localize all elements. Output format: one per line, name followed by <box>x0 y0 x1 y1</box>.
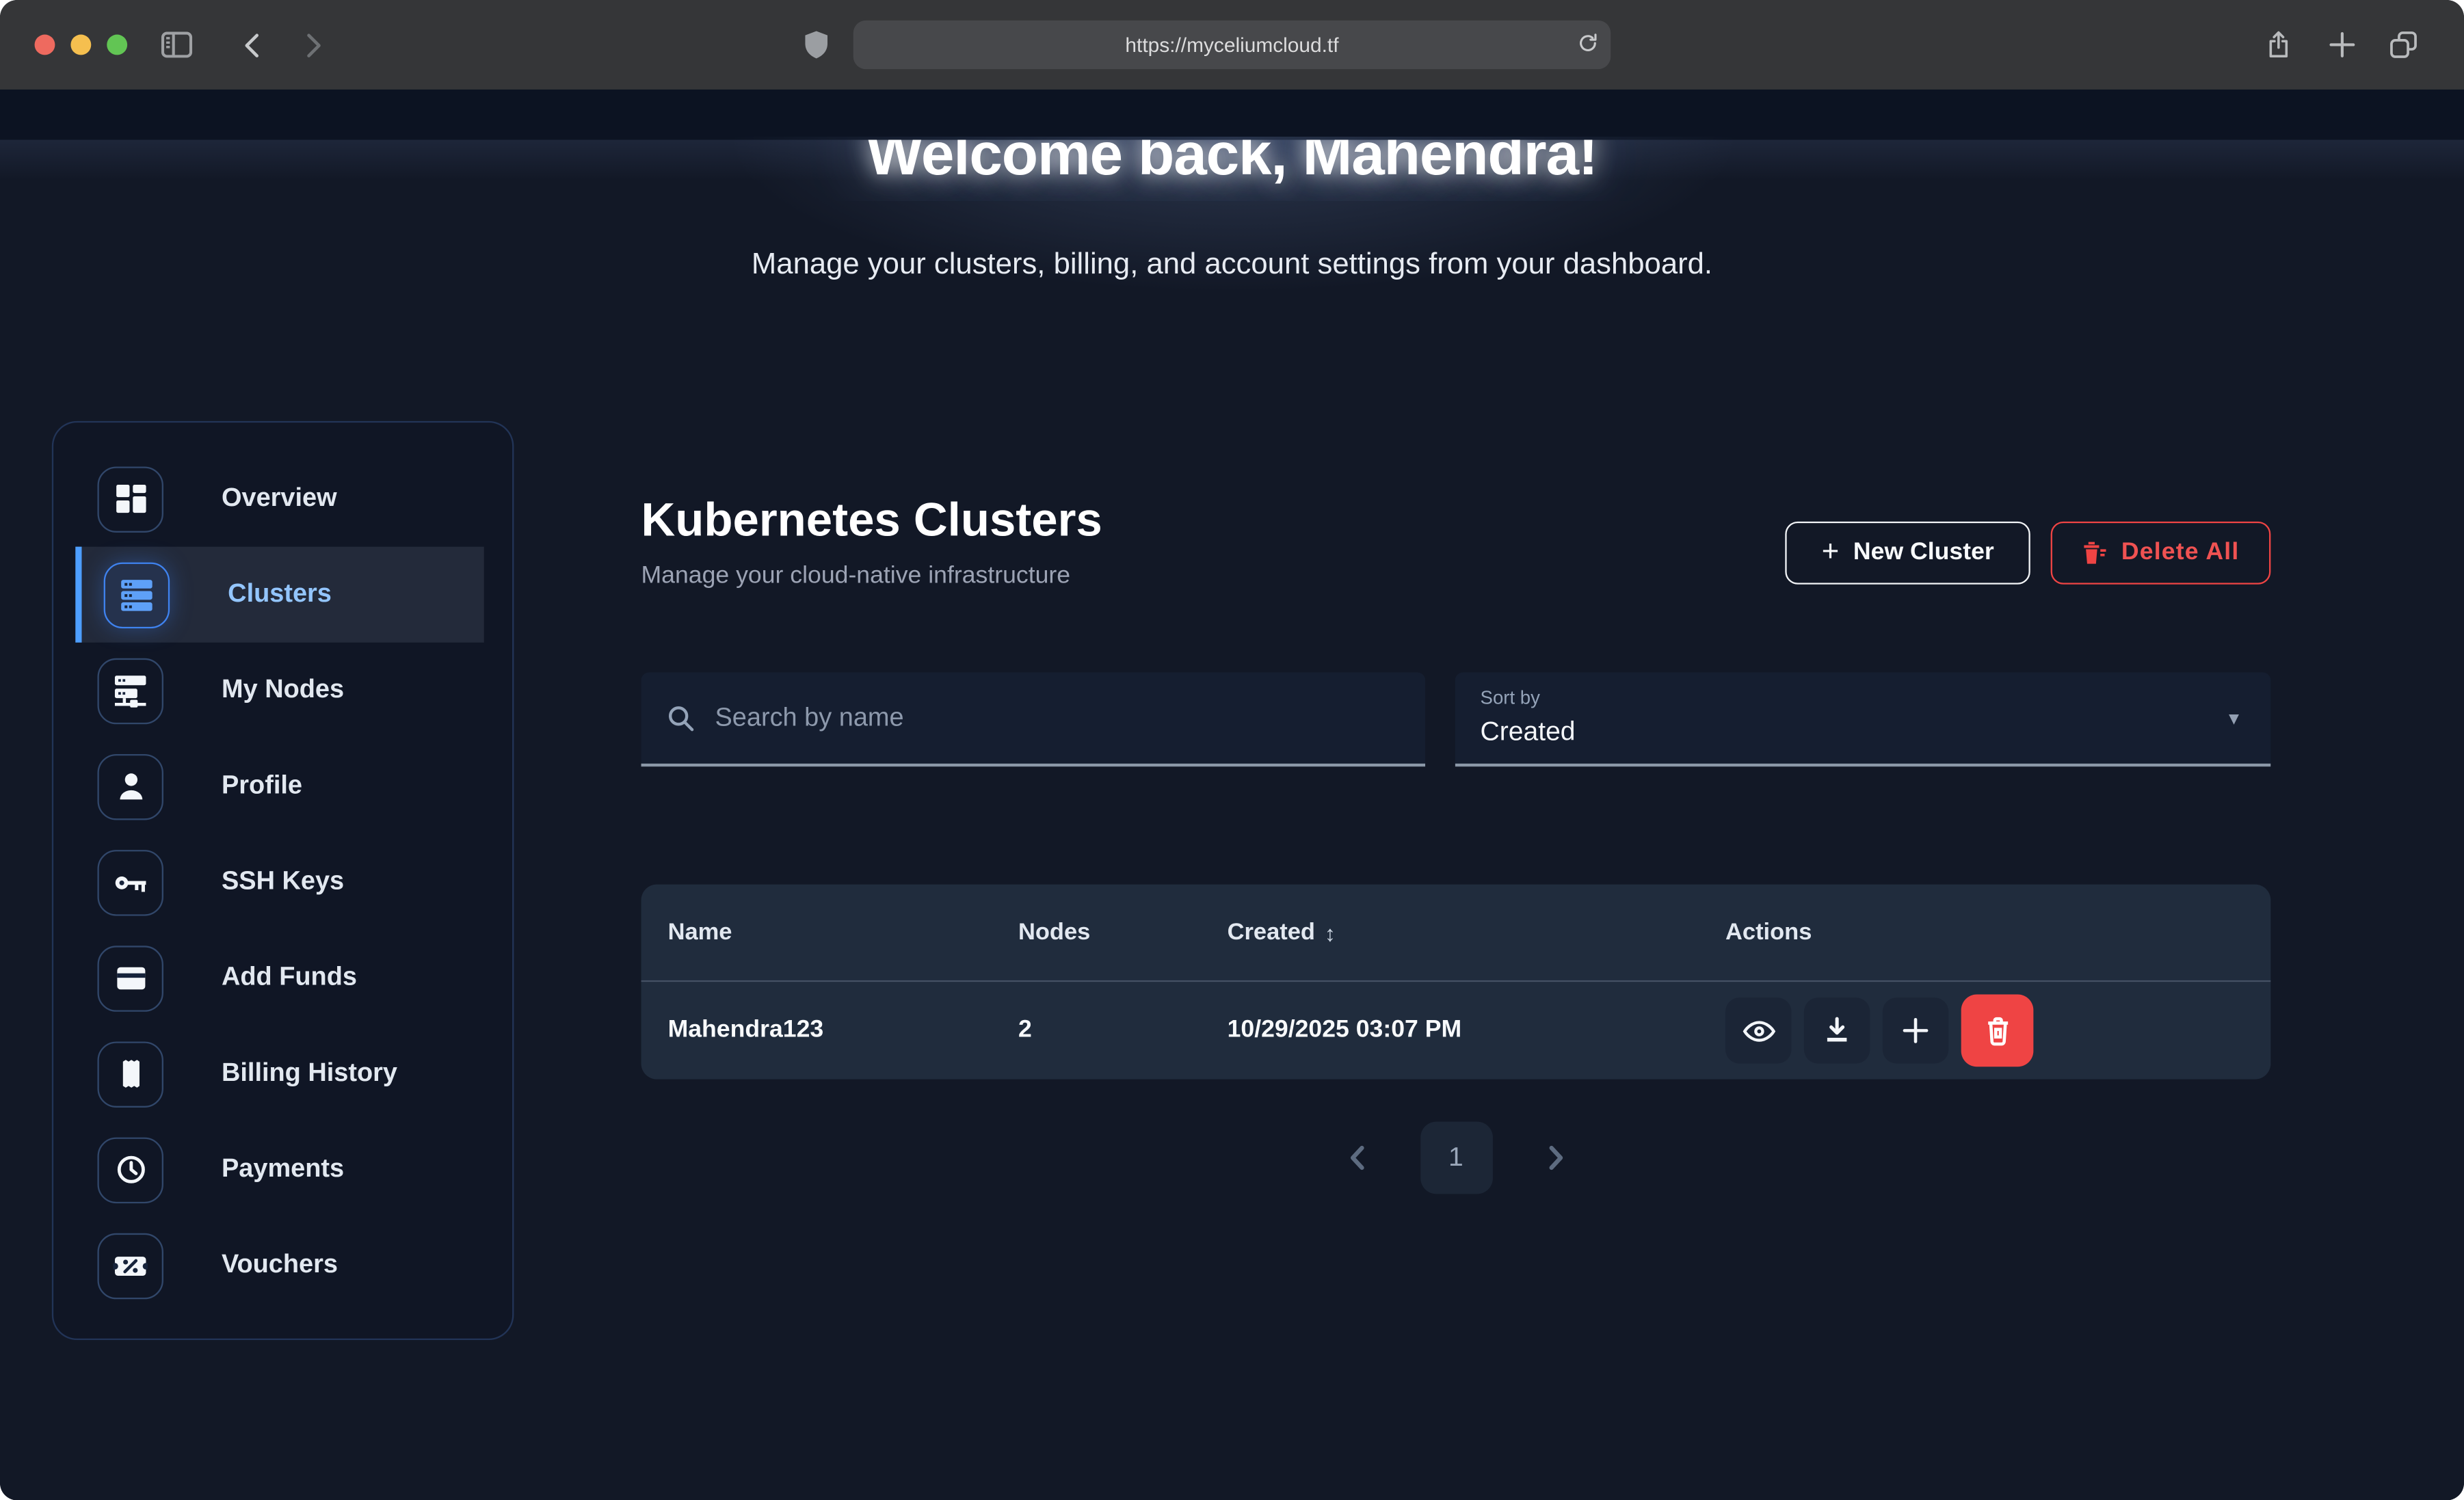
wallet-icon <box>97 945 163 1011</box>
trash-icon <box>2082 540 2107 565</box>
receipt-icon <box>97 1041 163 1107</box>
dashboard-page: Welcome back, Mahendra! Manage your clus… <box>0 90 2464 1500</box>
hero: Welcome back, Mahendra! <box>0 140 2464 202</box>
trash-icon <box>1981 1014 2013 1047</box>
browser-toolbar: https://myceliumcloud.tf <box>0 0 2464 90</box>
sidebar-item-label: Profile <box>222 771 302 801</box>
delete-all-button[interactable]: Delete All <box>2051 522 2271 585</box>
new-cluster-label: New Cluster <box>1853 539 1994 567</box>
privacy-shield-icon[interactable] <box>793 23 837 66</box>
sidebar-item-label: Billing History <box>222 1059 397 1089</box>
nodes-icon <box>97 658 163 724</box>
cluster-nodes-cell: 2 <box>1018 1017 1228 1045</box>
servers-icon <box>104 561 170 628</box>
share-icon[interactable] <box>2257 23 2301 66</box>
scaled-viewport: https://myceliumcloud.tf Welcome back, M… <box>0 0 2464 1500</box>
sort-label: Sort by <box>1481 686 2271 708</box>
sidebar-item-ssh-keys[interactable]: SSH Keys <box>75 834 483 930</box>
sort-updown-icon: ↕ <box>1325 920 1336 945</box>
address-bar[interactable]: https://myceliumcloud.tf <box>853 21 1611 69</box>
add-node-button[interactable] <box>1883 997 1949 1064</box>
sidebar-item-add-funds[interactable]: Add Funds <box>75 930 483 1026</box>
chevron-right-icon <box>1541 1144 1569 1172</box>
search-input[interactable] <box>715 703 1344 733</box>
cluster-name-cell: Mahendra123 <box>668 1017 1018 1045</box>
next-page-button[interactable] <box>1533 1136 1577 1179</box>
chevron-down-icon: ▼ <box>2225 710 2242 729</box>
sort-select[interactable]: Sort by Created ▼ <box>1455 672 2271 766</box>
welcome-subtitle: Manage your clusters, billing, and accou… <box>0 248 2464 283</box>
sidebar-item-billing-history[interactable]: Billing History <box>75 1026 483 1121</box>
browser-window: https://myceliumcloud.tf Welcome back, M… <box>0 0 2464 1500</box>
download-icon <box>1821 1015 1853 1046</box>
sidebar-item-label: Clusters <box>228 580 332 610</box>
clusters-filters: Sort by Created ▼ <box>641 672 2271 766</box>
sidebar-item-my-nodes[interactable]: My Nodes <box>75 643 483 738</box>
search-icon <box>666 703 696 733</box>
clock-icon <box>97 1136 163 1203</box>
minimize-window-button[interactable] <box>70 35 91 55</box>
sidebar-item-label: SSH Keys <box>222 867 344 897</box>
created-header-label: Created <box>1228 919 1315 946</box>
dashboard-icon <box>97 466 163 532</box>
plus-icon <box>1900 1015 1931 1046</box>
download-kubeconfig-button[interactable] <box>1804 997 1870 1064</box>
clusters-actions: + New Cluster Delete All <box>1786 522 2270 585</box>
window-controls <box>35 35 128 55</box>
address-url: https://myceliumcloud.tf <box>1125 33 1338 56</box>
sidebar-toggle-icon[interactable] <box>154 23 198 66</box>
sidebar-item-label: Add Funds <box>222 963 357 993</box>
tab-overview-icon[interactable] <box>2381 23 2424 66</box>
chevron-left-icon <box>1342 1144 1370 1172</box>
eye-icon <box>1742 1014 1775 1047</box>
close-window-button[interactable] <box>35 35 55 55</box>
forward-icon[interactable] <box>291 23 334 66</box>
new-cluster-button[interactable]: + New Cluster <box>1786 522 2030 585</box>
zoom-window-button[interactable] <box>107 35 127 55</box>
plus-icon: + <box>1822 536 1840 571</box>
delete-all-label: Delete All <box>2121 539 2239 567</box>
row-actions <box>1725 995 2270 1067</box>
page-number-button[interactable]: 1 <box>1420 1122 1492 1194</box>
back-icon[interactable] <box>231 23 275 66</box>
sidebar-item-profile[interactable]: Profile <box>75 738 483 834</box>
clusters-section: Kubernetes Clusters Manage your cloud-na… <box>641 495 2271 1249</box>
new-tab-icon[interactable] <box>2320 23 2363 66</box>
sidebar-item-vouchers[interactable]: Vouchers <box>75 1218 483 1313</box>
table-row: Mahendra123 2 10/29/2025 03:07 PM <box>641 982 2271 1079</box>
sidebar-nav: Overview Clusters My Nodes <box>52 421 514 1340</box>
cluster-created-cell: 10/29/2025 03:07 PM <box>1228 1017 1725 1045</box>
column-header-created[interactable]: Created ↕ <box>1228 919 1725 946</box>
previous-page-button[interactable] <box>1335 1136 1379 1179</box>
delete-cluster-button[interactable] <box>1961 995 2034 1067</box>
welcome-title: Welcome back, Mahendra! <box>0 140 2464 191</box>
ticket-icon <box>97 1233 163 1299</box>
top-band <box>0 90 2464 140</box>
table-header-row: Name Nodes Created ↕ Actions <box>641 885 2271 982</box>
reload-icon[interactable] <box>1576 31 1600 59</box>
sidebar-item-payments[interactable]: Payments <box>75 1122 483 1218</box>
user-icon <box>97 753 163 820</box>
pagination: 1 <box>641 1122 2271 1194</box>
clusters-table: Name Nodes Created ↕ Actions Mahendra123… <box>641 885 2271 1080</box>
column-header-nodes: Nodes <box>1018 919 1228 946</box>
view-cluster-button[interactable] <box>1725 997 1792 1064</box>
key-icon <box>97 849 163 915</box>
sidebar-item-label: Payments <box>222 1155 344 1185</box>
sidebar-item-label: Vouchers <box>222 1250 338 1281</box>
column-header-actions: Actions <box>1725 919 2270 946</box>
column-header-name: Name <box>668 919 1018 946</box>
search-box <box>641 672 1426 766</box>
sidebar-item-clusters[interactable]: Clusters <box>75 547 483 643</box>
sidebar-item-label: Overview <box>222 484 337 514</box>
sidebar-item-overview[interactable]: Overview <box>75 451 483 546</box>
sort-value: Created <box>1481 716 2271 748</box>
sidebar-item-label: My Nodes <box>222 675 344 706</box>
